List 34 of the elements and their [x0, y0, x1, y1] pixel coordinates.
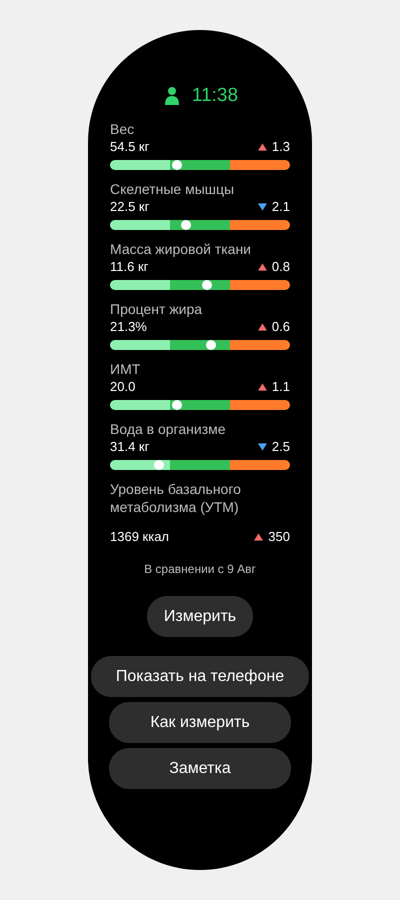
- show-on-phone-button[interactable]: Показать на телефоне: [91, 656, 309, 697]
- metric-value: 22.5 кг: [110, 198, 150, 216]
- metric-name: Уровень базального метаболизма (УТМ): [110, 480, 242, 516]
- metric-name: Масса жировой ткани: [110, 240, 252, 258]
- metric-value: 21.3%: [110, 318, 147, 336]
- metric-value: 31.4 кг: [110, 438, 150, 456]
- metric-name: Вес: [110, 120, 136, 138]
- change-value: 1.3: [272, 138, 290, 156]
- metric-name: ИМТ: [110, 360, 142, 378]
- metric-name: Процент жира: [110, 300, 204, 318]
- down-triangle-icon: [258, 443, 267, 451]
- metric-value: 1369 ккал: [110, 528, 170, 546]
- change-value: 2.5: [272, 438, 290, 456]
- change-value: 2.1: [272, 198, 290, 216]
- up-triangle-icon: [258, 323, 267, 331]
- change-value: 0.8: [272, 258, 290, 276]
- action-button[interactable]: Как измерить: [109, 702, 291, 743]
- change-value: 350: [268, 528, 290, 546]
- metric-name: Скелетные мышцы: [110, 180, 236, 198]
- up-triangle-icon: [258, 143, 267, 151]
- change-value: 0.6: [272, 318, 290, 336]
- metric-value: 11.6 кг: [110, 258, 148, 276]
- metric-value: 20.0: [110, 378, 136, 396]
- up-triangle-icon: [254, 533, 264, 541]
- up-triangle-icon: [258, 383, 267, 391]
- metric-name: Вода в организме: [110, 420, 227, 438]
- up-triangle-icon: [258, 263, 267, 271]
- down-triangle-icon: [258, 203, 267, 211]
- comparison-note: В сравнении с 9 Авг: [143, 562, 257, 576]
- action-button[interactable]: Заметка: [109, 748, 291, 789]
- clock-time: 11:38: [192, 85, 238, 107]
- measure-button[interactable]: Измерить: [147, 596, 253, 637]
- change-value: 1.1: [272, 378, 290, 396]
- metric-value: 54.5 кг: [110, 138, 150, 156]
